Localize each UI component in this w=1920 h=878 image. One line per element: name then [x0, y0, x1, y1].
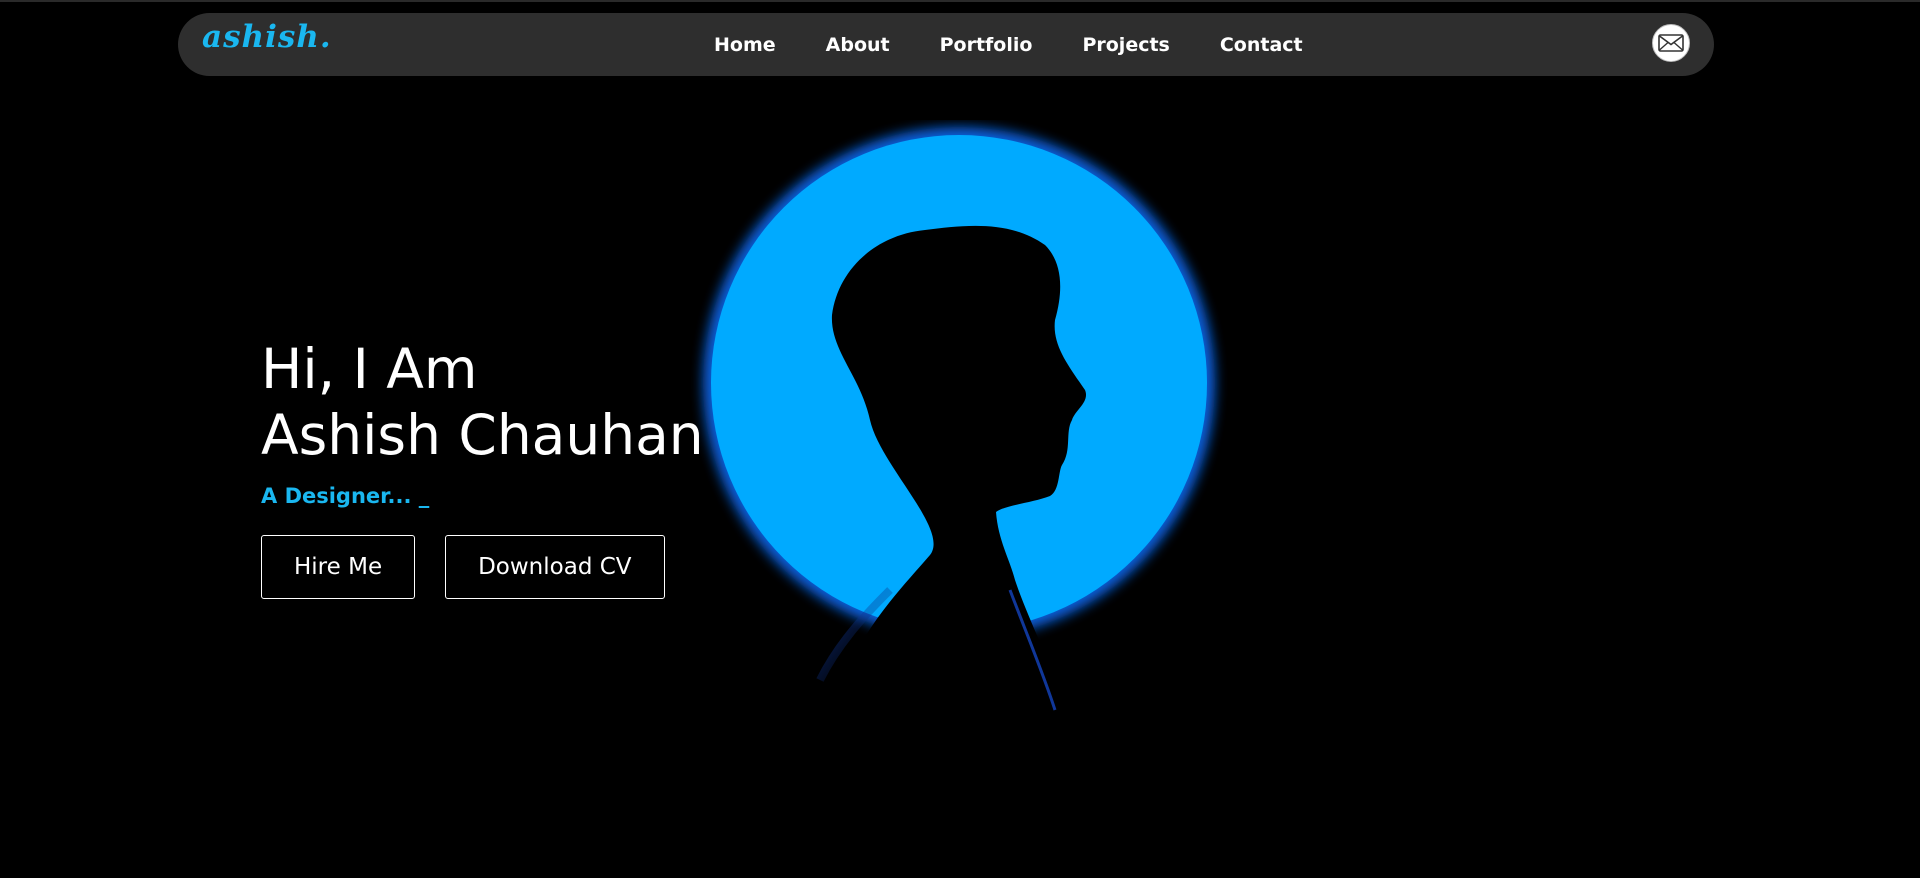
greeting-line-1: Hi, I Am	[261, 337, 478, 401]
hero-text: Hi, I Am Ashish Chauhan A Designer... _	[261, 336, 704, 508]
hero-heading: Hi, I Am Ashish Chauhan	[261, 336, 704, 468]
hero-silhouette-image	[703, 127, 1215, 760]
mail-button[interactable]	[1652, 24, 1690, 62]
navbar: ashish. Home About Portfolio Projects Co…	[178, 13, 1714, 76]
download-cv-button[interactable]: Download CV	[445, 535, 665, 599]
mail-icon	[1658, 34, 1684, 52]
nav-item-portfolio[interactable]: Portfolio	[940, 34, 1033, 56]
nav-item-projects[interactable]: Projects	[1082, 34, 1169, 56]
nav-item-home[interactable]: Home	[714, 34, 776, 56]
greeting-line-2: Ashish Chauhan	[261, 403, 704, 467]
top-divider	[0, 0, 1920, 2]
nav-item-contact[interactable]: Contact	[1220, 34, 1303, 56]
main-nav: Home About Portfolio Projects Contact	[714, 13, 1353, 76]
hero-buttons: Hire Me Download CV	[261, 535, 665, 599]
brand-logo[interactable]: ashish.	[202, 19, 332, 55]
hire-me-button[interactable]: Hire Me	[261, 535, 416, 599]
nav-item-about[interactable]: About	[826, 34, 890, 56]
hero-subtitle: A Designer... _	[261, 484, 430, 508]
